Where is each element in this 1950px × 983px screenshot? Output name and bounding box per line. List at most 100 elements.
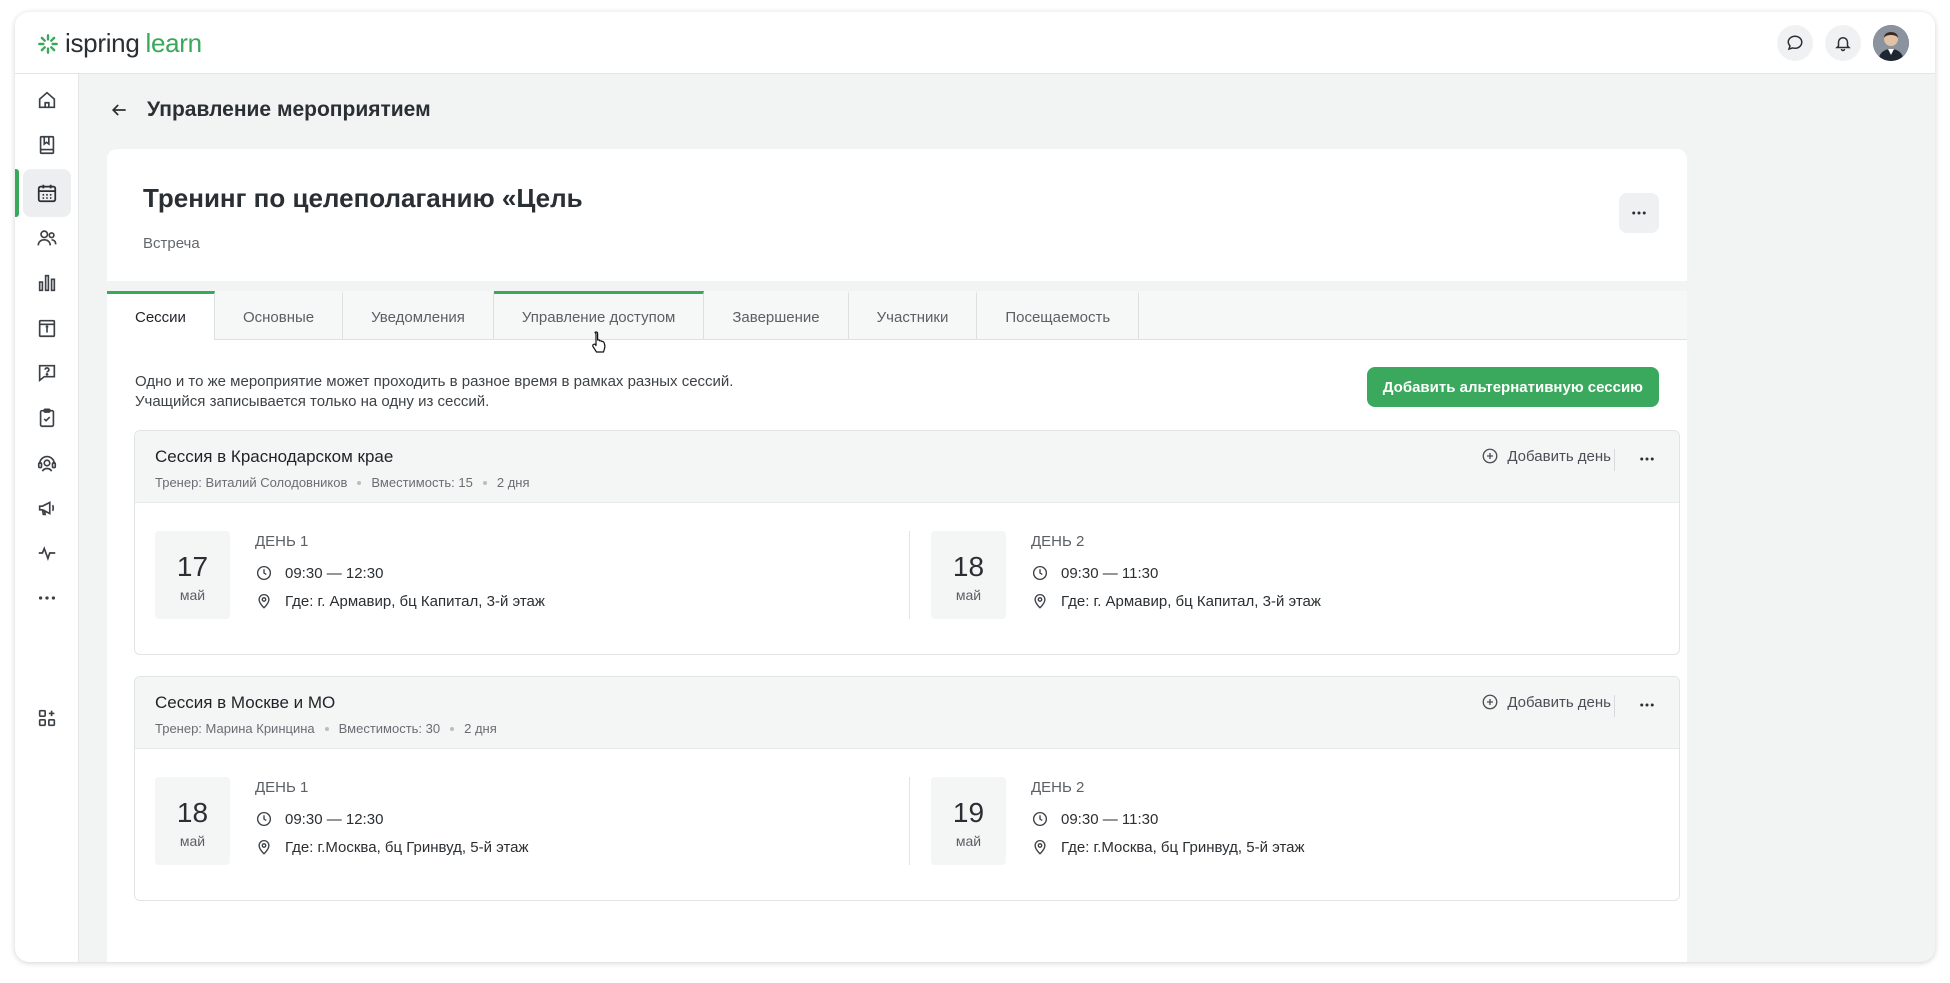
sidebar-item-announcements[interactable] bbox=[23, 484, 71, 532]
event-more-button[interactable] bbox=[1619, 193, 1659, 233]
logo-text-learn: learn bbox=[145, 28, 203, 58]
day-title: ДЕНЬ 2 bbox=[1031, 533, 1085, 550]
day-location: Где: г.Москва, бц Гринвуд, 5-й этаж bbox=[255, 838, 529, 856]
day-divider bbox=[909, 777, 910, 865]
more-icon bbox=[1632, 211, 1646, 215]
app-logo[interactable]: ispring learn bbox=[37, 28, 202, 59]
sidebar-item-more[interactable] bbox=[23, 574, 71, 622]
session-meta: Тренер: Марина Кринцина Вместимость: 30 … bbox=[155, 721, 497, 736]
sidebar-item-questions[interactable] bbox=[23, 349, 71, 397]
tab-sessions[interactable]: Сессии bbox=[107, 291, 215, 341]
clock-icon bbox=[256, 811, 272, 827]
hand-cursor-icon bbox=[592, 331, 606, 353]
date-month: май bbox=[955, 833, 982, 849]
session-more-button[interactable] bbox=[1633, 693, 1661, 717]
day-location-text: Где: г. Армавир, бц Капитал, 3-й этаж bbox=[285, 592, 545, 610]
sidebar-item-activity[interactable] bbox=[23, 529, 71, 577]
day-location: Где: г. Армавир, бц Капитал, 3-й этаж bbox=[255, 592, 545, 610]
divider bbox=[1614, 695, 1615, 717]
day-title: ДЕНЬ 2 bbox=[1031, 779, 1085, 796]
tab-general[interactable]: Основные bbox=[215, 291, 344, 340]
day-time-text: 09:30 — 11:30 bbox=[1061, 810, 1159, 828]
clock-icon bbox=[256, 565, 272, 581]
session-card: Сессия в Краснодарском крае Тренер: Вита… bbox=[134, 430, 1680, 655]
sidebar-item-events[interactable] bbox=[23, 169, 71, 217]
app-window: ispring learn Управление мероприятием Тр… bbox=[15, 12, 1935, 962]
session-duration: 2 дня bbox=[496, 475, 530, 490]
location-pin-icon bbox=[258, 594, 270, 609]
users-icon bbox=[37, 230, 57, 246]
arrow-left-icon bbox=[111, 104, 126, 116]
session-duration: 2 дня bbox=[464, 721, 497, 736]
sidebar-item-info[interactable] bbox=[23, 304, 71, 352]
session-more-button[interactable] bbox=[1633, 447, 1661, 471]
sidebar-item-tasks[interactable] bbox=[23, 394, 71, 442]
day-title: ДЕНЬ 1 bbox=[255, 533, 309, 550]
location-pin-icon bbox=[1034, 840, 1046, 855]
separator-dot bbox=[450, 726, 455, 731]
tab-attendance[interactable]: Посещаемость bbox=[977, 291, 1140, 340]
day-title: ДЕНЬ 1 bbox=[255, 779, 309, 796]
top-actions bbox=[1777, 25, 1909, 61]
book-icon bbox=[39, 135, 55, 155]
session-day: 18 май ДЕНЬ 2 09:30 — 11:30 Где: г. Арма… bbox=[931, 531, 1671, 631]
avatar[interactable] bbox=[1873, 25, 1909, 61]
session-trainer: Тренер: Марина Кринцина bbox=[155, 721, 315, 736]
add-alternative-session-button[interactable]: Добавить альтернативную сессию bbox=[1366, 367, 1659, 407]
separator-dot bbox=[357, 480, 362, 485]
chat-button[interactable] bbox=[1777, 25, 1813, 61]
info-board-icon bbox=[38, 319, 56, 338]
add-day-button[interactable]: Добавить день bbox=[1481, 447, 1611, 465]
event-title: Тренинг по целеполаганию «Цель bbox=[143, 183, 583, 213]
tab-notifications[interactable]: Уведомления bbox=[343, 291, 494, 340]
sidebar-item-users[interactable] bbox=[23, 214, 71, 262]
activity-icon bbox=[38, 546, 56, 562]
sidebar-item-home[interactable] bbox=[23, 76, 71, 124]
day-time: 09:30 — 11:30 bbox=[1031, 564, 1158, 582]
sessions-intro: Одно и то же мероприятие может проходить… bbox=[135, 372, 733, 412]
intro-line-1: Одно и то же мероприятие может проходить… bbox=[135, 373, 734, 390]
date-day: 18 bbox=[952, 551, 985, 582]
add-day-label: Добавить день bbox=[1507, 693, 1611, 711]
add-day-button[interactable]: Добавить день bbox=[1481, 693, 1611, 711]
clock-icon bbox=[1032, 811, 1048, 827]
date-day: 17 bbox=[176, 551, 209, 582]
page-title: Управление мероприятием bbox=[147, 98, 431, 121]
day-location-text: Где: г.Москва, бц Гринвуд, 5-й этаж bbox=[285, 838, 529, 856]
day-time-text: 09:30 — 12:30 bbox=[285, 810, 384, 828]
back-button[interactable] bbox=[105, 96, 133, 124]
day-time-text: 09:30 — 12:30 bbox=[285, 564, 384, 582]
notifications-button[interactable] bbox=[1825, 25, 1861, 61]
sidebar-item-library[interactable] bbox=[23, 121, 71, 169]
session-header: Сессия в Краснодарском крае Тренер: Вита… bbox=[135, 431, 1679, 503]
clipboard-check-icon bbox=[39, 408, 55, 428]
avatar-image-icon bbox=[1873, 25, 1909, 61]
support-agent-icon bbox=[37, 455, 57, 472]
day-time: 09:30 — 12:30 bbox=[255, 810, 383, 828]
session-day: 19 май ДЕНЬ 2 09:30 — 11:30 Где: г.Москв… bbox=[931, 777, 1671, 877]
session-meta: Тренер: Виталий Солодовников Вместимость… bbox=[155, 475, 530, 490]
clock-icon bbox=[1032, 565, 1048, 581]
tab-completion[interactable]: Завершение bbox=[704, 291, 849, 340]
sidebar-item-reports[interactable] bbox=[23, 259, 71, 307]
day-location-text: Где: г.Москва, бц Гринвуд, 5-й этаж bbox=[1061, 838, 1305, 856]
session-trainer: Тренер: Виталий Солодовников bbox=[155, 475, 348, 490]
day-time-text: 09:30 — 11:30 bbox=[1061, 564, 1159, 582]
chat-icon bbox=[1787, 35, 1803, 51]
tab-participants[interactable]: Участники bbox=[849, 291, 978, 340]
session-day: 17 май ДЕНЬ 1 09:30 — 12:30 Где: г. Арма… bbox=[155, 531, 895, 631]
sidebar bbox=[15, 74, 79, 962]
session-card: Сессия в Москве и МО Тренер: Марина Крин… bbox=[134, 676, 1680, 901]
day-location: Где: г. Армавир, бц Капитал, 3-й этаж bbox=[1031, 592, 1321, 610]
date-day: 19 bbox=[952, 797, 985, 828]
sidebar-item-add-widgets[interactable] bbox=[23, 694, 71, 742]
day-location-text: Где: г. Армавир, бц Капитал, 3-й этаж bbox=[1061, 592, 1321, 610]
add-widgets-icon bbox=[38, 709, 56, 727]
tab-bar: Сессии Основные Уведомления Управление д… bbox=[107, 291, 1687, 341]
more-icon bbox=[1640, 703, 1654, 707]
date-day: 18 bbox=[176, 797, 209, 828]
add-day-label: Добавить день bbox=[1507, 447, 1611, 465]
sidebar-item-support[interactable] bbox=[23, 439, 71, 487]
sessions-panel: Одно и то же мероприятие может проходить… bbox=[107, 340, 1687, 962]
separator-dot bbox=[482, 480, 487, 485]
